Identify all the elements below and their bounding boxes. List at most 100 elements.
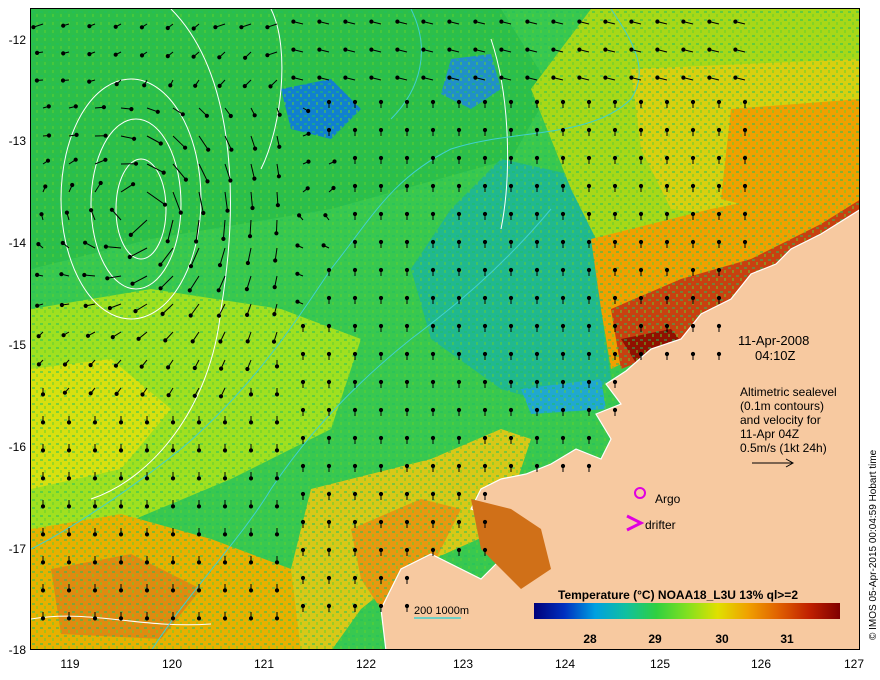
velocity-vector-head — [180, 112, 185, 117]
velocity-vector-head — [560, 295, 566, 301]
velocity-vector-head — [421, 19, 426, 24]
velocity-vector-head — [525, 47, 530, 52]
velocity-vector-head — [508, 379, 514, 385]
velocity-vector-head — [89, 208, 94, 213]
velocity-vector-head — [60, 78, 66, 83]
velocity-vector-head — [473, 47, 478, 52]
velocity-vector-head — [690, 323, 696, 329]
velocity-vector-head — [291, 47, 296, 52]
velocity-vector-head — [404, 435, 410, 441]
velocity-vector-head — [158, 141, 163, 146]
velocity-vector-head — [369, 47, 374, 52]
velocity-vector-head — [300, 351, 306, 357]
velocity-vector-head — [586, 267, 592, 273]
velocity-vector-head — [274, 532, 280, 537]
x-tick-label: 122 — [355, 657, 377, 671]
velocity-vector-head — [638, 99, 644, 105]
velocity-vector-head — [586, 351, 592, 357]
velocity-vector-head — [664, 99, 670, 105]
velocity-vector-head — [629, 75, 634, 80]
velocity-vector-head — [664, 127, 670, 133]
velocity-vector-head — [378, 603, 384, 609]
velocity-vector-head — [421, 47, 426, 52]
velocity-vector-head — [482, 323, 488, 329]
velocity-vector-head — [277, 144, 282, 149]
velocity-vector-head — [577, 75, 582, 80]
velocity-vector-head — [525, 19, 530, 24]
velocity-vector-head — [183, 177, 188, 182]
velocity-vector-head — [716, 267, 722, 273]
velocity-vector-head — [66, 616, 72, 621]
velocity-vector-head — [103, 133, 108, 138]
y-tick-label: -15 — [8, 338, 26, 352]
velocity-vector-head — [655, 19, 660, 24]
x-tick-label: 126 — [750, 657, 772, 671]
velocity-vector-head — [508, 295, 514, 301]
velocity-vector-head — [456, 463, 462, 469]
velocity-vector-head — [87, 24, 92, 29]
velocity-vector-head — [295, 271, 300, 276]
velocity-vector-head — [274, 476, 280, 481]
velocity-vector-head — [733, 19, 738, 24]
velocity-vector-head — [59, 272, 64, 277]
velocity-vector-head — [248, 616, 254, 621]
velocity-vector-head — [560, 323, 566, 329]
velocity-vector-head — [206, 147, 211, 152]
velocity-vector-head — [404, 547, 410, 553]
velocity-vector-head — [35, 272, 40, 277]
velocity-vector-head — [274, 364, 280, 369]
velocity-vector-head — [690, 99, 696, 105]
temperature-colorbar — [534, 603, 840, 619]
colorbar-title: Temperature (°C) NOAA18_L3U 13% ql>=2 — [558, 588, 798, 602]
velocity-vector-head — [306, 159, 311, 164]
velocity-vector-head — [332, 159, 337, 164]
velocity-vector-head — [447, 19, 452, 24]
velocity-vector-head — [142, 83, 147, 88]
y-tick-label: -17 — [8, 542, 26, 556]
velocity-vector-head — [61, 333, 66, 338]
velocity-vector-head — [534, 435, 540, 441]
velocity-vector-head — [178, 210, 183, 215]
velocity-vector-head — [378, 407, 384, 413]
velocity-vector-head — [456, 435, 462, 441]
velocity-vector-head — [612, 407, 618, 413]
velocity-vector-head — [482, 127, 488, 133]
velocity-vector-head — [300, 603, 306, 609]
velocity-vector-head — [369, 19, 374, 24]
velocity-vector-head — [456, 267, 462, 273]
velocity-vector-head — [190, 339, 195, 344]
velocity-vector-head — [655, 75, 660, 80]
velocity-vector-head — [560, 239, 566, 245]
velocity-vector-head — [638, 127, 644, 133]
velocity-vector-head — [204, 113, 209, 118]
velocity-vector-head — [113, 24, 118, 29]
velocity-vector-head — [40, 532, 46, 537]
velocity-vector-head — [482, 407, 488, 413]
depth-legend-label: 200 1000m — [414, 605, 470, 617]
velocity-vector-head — [131, 182, 136, 187]
velocity-vector-head — [39, 212, 44, 217]
velocity-vector-head — [534, 127, 540, 133]
velocity-vector-head — [716, 99, 722, 105]
velocity-vector-head — [248, 532, 254, 537]
velocity-vector-head — [664, 295, 670, 301]
velocity-vector-head — [456, 379, 462, 385]
altimetry-note-line: 11-Apr 04Z — [740, 427, 800, 441]
velocity-vector-head — [118, 560, 124, 565]
velocity-vector-head — [274, 588, 280, 593]
velocity-vector-head — [205, 179, 210, 184]
velocity-vector-head — [228, 178, 233, 183]
velocity-vector-head — [87, 79, 92, 84]
velocity-vector-head — [629, 47, 634, 52]
velocity-vector-head — [482, 463, 488, 469]
velocity-vector-head — [456, 295, 462, 301]
velocity-vector-head — [560, 99, 566, 105]
velocity-vector-head — [274, 504, 280, 509]
velocity-vector-head — [716, 211, 722, 217]
velocity-vector-head — [92, 560, 98, 565]
velocity-vector-head — [352, 547, 358, 553]
velocity-vector-head — [482, 435, 488, 441]
velocity-vector-head — [378, 519, 384, 525]
velocity-vector-head — [64, 210, 70, 215]
velocity-vector-head — [482, 155, 488, 161]
